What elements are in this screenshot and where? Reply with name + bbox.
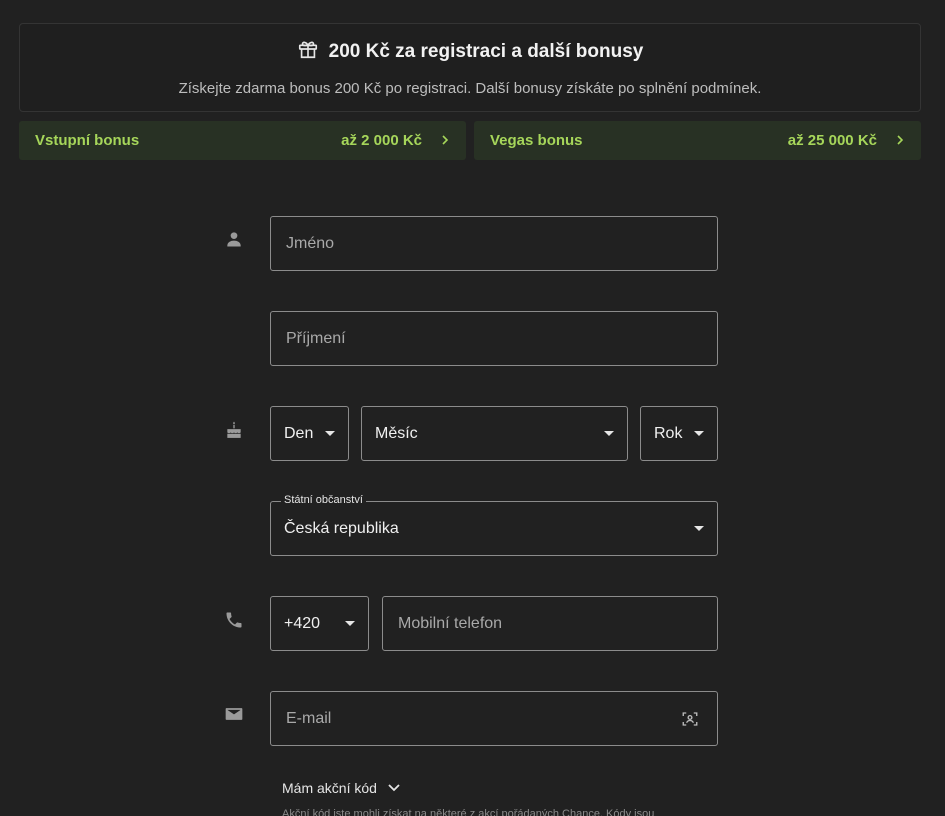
last-name-field[interactable] <box>270 311 718 366</box>
bonus-amount: až 2 000 Kč <box>341 132 422 149</box>
email-field[interactable] <box>270 691 718 746</box>
caret-down-icon <box>345 621 355 626</box>
phone-prefix-select[interactable]: +420 <box>270 596 369 651</box>
caret-down-icon <box>325 431 335 436</box>
bonus-name: Vegas bonus <box>490 132 583 149</box>
mail-icon <box>224 704 244 724</box>
citizenship-value: Česká republika <box>284 519 399 537</box>
first-name-field[interactable] <box>270 216 718 271</box>
chevron-right-icon <box>440 132 450 149</box>
vegas-bonus-link[interactable]: Vegas bonus až 25 000 Kč <box>474 121 921 160</box>
mobile-phone-field[interactable] <box>382 596 718 651</box>
last-name-input[interactable] <box>271 329 717 348</box>
promo-title: 200 Kč za registraci a další bonusy <box>328 41 644 62</box>
birth-year-select[interactable]: Rok <box>640 406 718 461</box>
email-input[interactable] <box>271 709 681 728</box>
chevron-down-icon <box>387 777 401 798</box>
birth-month-value: Měsíc <box>375 424 418 442</box>
promo-code-label: Mám akční kód <box>282 779 377 796</box>
mobile-phone-input[interactable] <box>383 614 717 633</box>
citizenship-label: Státní občanství <box>281 494 366 506</box>
contact-autofill-icon[interactable] <box>681 710 699 728</box>
person-icon <box>224 229 244 249</box>
citizenship-select[interactable]: Státní občanství Česká republika <box>270 494 718 556</box>
promo-banner: 200 Kč za registraci a další bonusy Získ… <box>19 23 921 112</box>
chevron-right-icon <box>895 132 905 149</box>
cake-icon <box>224 420 244 440</box>
caret-down-icon <box>694 431 704 436</box>
phone-prefix-value: +420 <box>284 614 321 632</box>
birth-day-value: Den <box>284 424 314 442</box>
promo-description: Získejte zdarma bonus 200 Kč po registra… <box>178 80 762 97</box>
welcome-bonus-link[interactable]: Vstupní bonus až 2 000 Kč <box>19 121 466 160</box>
birth-day-select[interactable]: Den <box>270 406 349 461</box>
bonus-name: Vstupní bonus <box>35 132 140 149</box>
first-name-input[interactable] <box>271 234 717 253</box>
bonus-amount: až 25 000 Kč <box>787 132 877 149</box>
promo-title-row: 200 Kč za registraci a další bonusy <box>20 38 920 66</box>
birth-month-select[interactable]: Měsíc <box>361 406 628 461</box>
gift-icon <box>297 38 319 66</box>
phone-icon <box>224 610 244 630</box>
promo-code-toggle[interactable]: Mám akční kód <box>282 777 401 798</box>
caret-down-icon <box>694 526 704 531</box>
promo-code-hint: Akční kód jste mohli získat na některé z… <box>282 808 655 816</box>
birth-year-value: Rok <box>654 424 683 442</box>
caret-down-icon <box>604 431 614 436</box>
